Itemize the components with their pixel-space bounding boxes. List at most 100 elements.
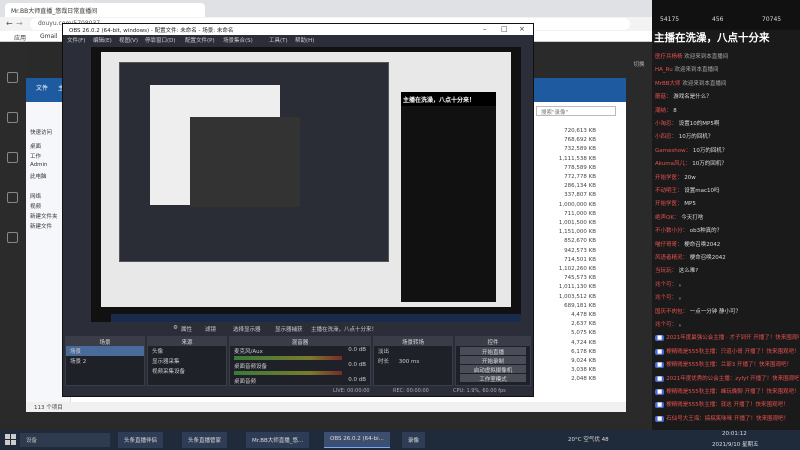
file-size-cell: 772,778 KB — [564, 174, 596, 180]
menu-edit[interactable]: 编辑(E) — [93, 36, 112, 44]
file-size-cell: 689,181 KB — [564, 302, 596, 309]
minimize-icon[interactable]: – — [483, 25, 487, 33]
clock-date[interactable]: 2021/9/10 星期五 — [712, 440, 758, 448]
clock-time[interactable]: 20:01:12 — [722, 431, 747, 437]
chat-username[interactable]: 兆个可： — [655, 295, 677, 301]
chat-username[interactable]: 蘑菇： — [655, 94, 672, 100]
chat-message: 小淘忍： 设置10的MP5啊 — [655, 119, 799, 127]
chat-username[interactable]: 国庆不肉包： — [655, 309, 688, 315]
source-item[interactable]: 视频采集设备 — [148, 366, 226, 376]
studio-mode-button[interactable]: 工作室模式 — [460, 374, 526, 383]
back-icon[interactable]: ← — [6, 19, 13, 28]
nav-item[interactable]: 新建文件夹 — [30, 212, 58, 220]
nav-item[interactable]: 网络 — [30, 192, 41, 200]
taskbar-app[interactable]: Mr.BB大师直播_悠... — [246, 432, 310, 448]
taskbar-app[interactable]: 头条直播管家 — [182, 432, 228, 448]
file-size-cell: 5,075 KB — [571, 330, 596, 337]
nav-item[interactable]: 新建文件 — [30, 222, 52, 230]
maximize-icon[interactable]: □ — [501, 25, 508, 33]
forward-icon[interactable]: → — [16, 19, 23, 28]
duration-label: 时长 — [378, 359, 390, 365]
chat-text: 设置10的MP5啊 — [678, 121, 720, 127]
scene-item[interactable]: 场景 — [66, 346, 144, 356]
chat-message: 潮纳： 8 — [655, 106, 799, 114]
chat-username[interactable]: 医疗兵杨杨 — [655, 54, 683, 60]
browser-tab[interactable]: Mr.BB大师直播_悠哉日常直播间 — [5, 3, 205, 17]
menu-file[interactable]: 文件(F) — [67, 36, 85, 44]
chat-username[interactable]: 兆个可： — [655, 282, 677, 288]
chat-username[interactable]: 不动明王： — [655, 188, 683, 194]
chat-username[interactable]: 当玩玩： — [655, 268, 677, 274]
taskbar-app[interactable]: 录像 — [402, 432, 426, 448]
chat-username[interactable]: 开始学医： — [655, 201, 683, 207]
ribbon-file[interactable]: 文件 — [36, 83, 48, 92]
file-size-cell: 286,134 KB — [564, 183, 596, 190]
transitions-title: 场景转场 — [374, 337, 452, 346]
menu-help[interactable]: 帮助(H) — [295, 36, 314, 44]
gear-icon[interactable]: ⚙ — [173, 325, 178, 331]
bookmark-apps[interactable]: 应用 — [14, 33, 26, 42]
file-size-cell: 6,178 KB — [571, 348, 596, 355]
chat-username[interactable]: 不小数小分： — [655, 228, 688, 234]
scenes-dock: 场景 场景 场景 2 — [65, 336, 145, 386]
rail-switch-label[interactable]: 切换 — [626, 60, 652, 80]
properties-button[interactable]: 属性 — [181, 325, 192, 333]
obs-preview[interactable]: 主播在洗澡，八点十分来！ — [91, 47, 521, 324]
rail-icon-follow[interactable] — [7, 112, 18, 123]
menu-tools[interactable]: 工具(T) — [269, 36, 288, 44]
close-icon[interactable]: × — [519, 25, 525, 33]
file-size-cell: 732,589 KB — [564, 146, 596, 153]
chat-username[interactable]: HA_Ru — [655, 67, 673, 73]
nav-item[interactable]: 工作 — [30, 152, 41, 160]
bookmark-gmail[interactable]: Gmail — [40, 33, 58, 40]
chat-message: 当玩玩： 这么难? — [655, 266, 799, 274]
file-size-cell: 711,000 KB — [564, 210, 596, 217]
menu-view[interactable]: 视图(V) — [119, 36, 138, 44]
rail-icon-video[interactable] — [7, 192, 18, 203]
source-item[interactable]: 头像 — [148, 346, 226, 356]
windows-start-icon[interactable] — [5, 434, 16, 445]
chat-username[interactable]: 开始学医： — [655, 175, 683, 181]
rail-icon-category[interactable] — [7, 152, 18, 163]
gift-icon: ■ — [655, 389, 665, 395]
menu-profile[interactable]: 配置文件(P) — [185, 36, 215, 44]
chat-message: 小四忍： 10万的回机？ — [655, 132, 799, 140]
chat-username[interactable]: 绝声OK： — [655, 215, 679, 221]
chat-username[interactable]: MrBB大师 — [655, 81, 681, 87]
taskbar-app[interactable]: 头条直播伴侣 — [118, 432, 164, 448]
chat-username[interactable]: 喵仔哥哥： — [655, 242, 683, 248]
chat-username[interactable]: Gameshow： — [655, 148, 691, 154]
rail-icon-game[interactable] — [7, 232, 18, 243]
chat-username[interactable]: 兆个可： — [655, 322, 677, 328]
nav-item[interactable]: 快速访问 — [30, 128, 52, 136]
nav-item[interactable]: 桌面 — [30, 142, 41, 150]
taskbar-search[interactable]: 设备 — [20, 433, 110, 447]
nav-item[interactable]: 视频 — [30, 202, 41, 210]
virtual-camera-button[interactable]: 启动虚拟摄像机 — [460, 365, 526, 374]
duration-input[interactable]: 300 ms — [399, 359, 419, 365]
start-streaming-button[interactable]: 开始直播 — [460, 347, 526, 356]
file-size-cell: 1,003,512 KB — [558, 293, 596, 300]
chat-username[interactable]: 小四忍： — [655, 134, 677, 140]
taskbar-app-obs[interactable]: OBS 26.0.2 (64-bi... — [324, 432, 390, 448]
source-item[interactable]: 显示器采集 — [148, 356, 226, 366]
display-capture-select[interactable]: 显示器捕获 — [275, 325, 303, 333]
rail-icon-home[interactable] — [7, 72, 18, 83]
chat-username[interactable]: 风语者精灵： — [655, 255, 688, 261]
explorer-search-input[interactable]: 搜索"录像" — [536, 106, 616, 116]
scene-item[interactable]: 场景 2 — [66, 356, 144, 366]
nav-item[interactable]: Admin — [30, 162, 48, 168]
filters-button[interactable]: 滤镜 — [205, 325, 216, 333]
chat-username[interactable]: Akuma风儿： — [655, 161, 691, 167]
chat-message: 医疗兵杨杨 欢迎来到本直播间 — [655, 52, 799, 60]
stat-fans: 456 — [712, 16, 724, 23]
weather[interactable]: 20°C 空气优 48 — [568, 435, 609, 443]
transition-type-select[interactable]: 淡出 — [374, 346, 452, 356]
menu-docks[interactable]: 停靠窗口(D) — [145, 36, 176, 44]
menu-scene-collection[interactable]: 场景集合(S) — [223, 36, 253, 44]
chat-username[interactable]: 小淘忍： — [655, 121, 677, 127]
chat-message: 兆个可： 。 — [655, 320, 799, 328]
start-recording-button[interactable]: 开始录制 — [460, 356, 526, 365]
nav-item[interactable]: 此电脑 — [30, 172, 47, 180]
chat-username[interactable]: 潮纳： — [655, 108, 672, 114]
